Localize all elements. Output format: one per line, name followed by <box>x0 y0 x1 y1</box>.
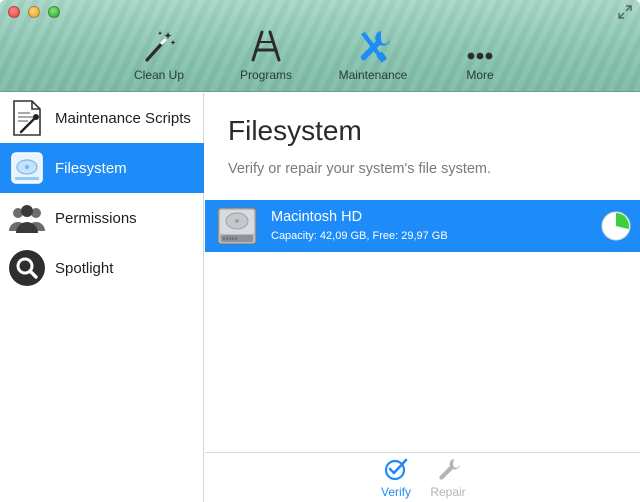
toolbar-programs-button[interactable]: Programs <box>226 28 306 82</box>
repair-label: Repair <box>430 485 466 499</box>
repair-button[interactable]: Repair <box>418 457 478 499</box>
action-bar: Verify Repair <box>205 452 640 502</box>
ellipsis-icon <box>467 52 493 60</box>
hard-drive-icon <box>217 207 257 245</box>
sidebar-item-label: Filesystem <box>55 159 127 177</box>
verify-label: Verify <box>380 485 411 499</box>
toolbar-maintenance-label: Maintenance <box>338 68 408 82</box>
sidebar-item-label: Spotlight <box>55 259 114 277</box>
toolbar-more-label: More <box>466 68 494 82</box>
wrench-screwdriver-icon <box>360 31 390 63</box>
sidebar-item-label: Maintenance Scripts <box>55 109 191 127</box>
disk-name: Macintosh HD <box>271 209 363 225</box>
magic-wand-icon <box>145 31 176 62</box>
magnifier-icon <box>9 250 45 286</box>
verify-button[interactable]: Verify <box>366 457 426 499</box>
script-document-icon <box>13 100 41 136</box>
users-icon <box>9 205 45 233</box>
wrench-icon <box>439 459 460 480</box>
disk-info: Macintosh HD Capacity: 42,09 GB, Free: 2… <box>271 208 601 244</box>
toolbar-clean-up-button[interactable]: Clean Up <box>119 28 199 82</box>
toolbar-clean-up-label: Clean Up <box>133 68 185 82</box>
disk-capacity: Capacity: 42,09 GB, Free: 29,97 GB <box>271 230 448 242</box>
page-subtitle: Verify or repair your system's file syst… <box>228 161 492 177</box>
disk-usage-pie-icon <box>601 211 631 241</box>
page-title: Filesystem <box>228 115 362 146</box>
sidebar-item-permissions[interactable]: Permissions <box>0 193 204 243</box>
app-store-icon <box>251 30 281 62</box>
disk-row[interactable]: Macintosh HD Capacity: 42,09 GB, Free: 2… <box>205 200 640 252</box>
sidebar: Maintenance Scripts Filesystem Permissio… <box>0 93 204 502</box>
toolbar-more-button[interactable]: More <box>440 28 520 82</box>
toolbar: Clean Up Programs Maintenance More <box>0 0 640 92</box>
toolbar-maintenance-button[interactable]: Maintenance <box>333 28 413 82</box>
sidebar-item-spotlight[interactable]: Spotlight <box>0 243 204 293</box>
sidebar-item-label: Permissions <box>55 209 137 227</box>
sidebar-item-filesystem[interactable]: Filesystem <box>0 143 204 193</box>
verify-check-icon <box>384 458 408 481</box>
toolbar-programs-label: Programs <box>239 68 292 82</box>
main-panel: Filesystem Verify or repair your system'… <box>205 93 640 502</box>
hard-disk-icon <box>11 152 43 184</box>
app-window: Clean Up Programs Maintenance More Maint… <box>0 0 640 502</box>
sidebar-item-maintenance-scripts[interactable]: Maintenance Scripts <box>0 93 204 143</box>
